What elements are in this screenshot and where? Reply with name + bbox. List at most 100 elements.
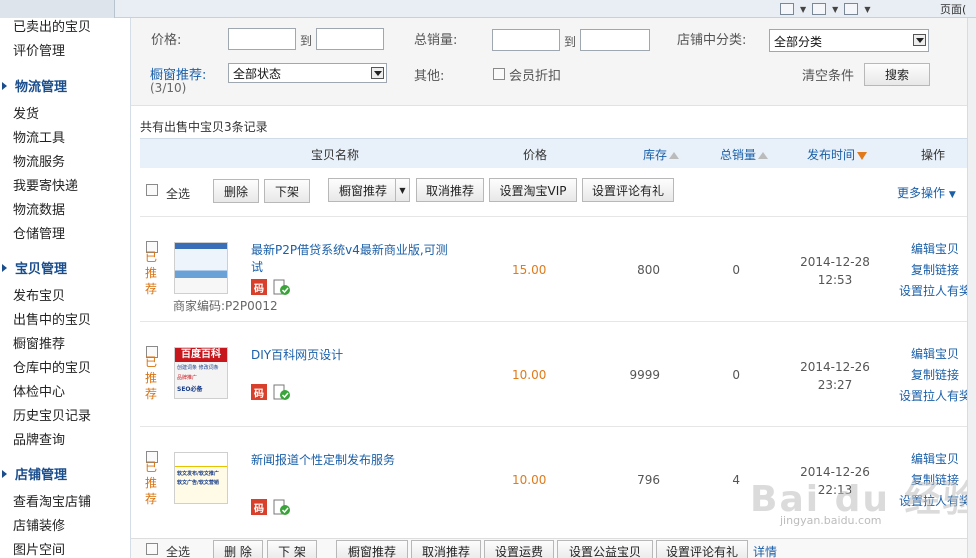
delete-button[interactable]: 删除: [213, 179, 259, 203]
sidebar-item-view-shop[interactable]: 查看淘宝店铺: [13, 491, 91, 510]
action-bar: 全选 删除 下架 橱窗推荐 ▼ 取消推荐 设置淘宝VIP 设置评论有礼 更多操作…: [140, 174, 976, 214]
verified-doc-icon: [273, 279, 290, 295]
copy-link[interactable]: 复制链接: [895, 260, 975, 281]
sales-min-input[interactable]: [492, 29, 560, 51]
col-stock[interactable]: 库存: [643, 146, 680, 163]
sales-max-input[interactable]: [580, 29, 650, 51]
product-title-link[interactable]: 最新P2P借贷系统v4最新商业版,可测试: [251, 242, 451, 276]
sidebar-item-express[interactable]: 我要寄快递: [13, 175, 78, 194]
sidebar-item-warehouse-mgmt[interactable]: 仓储管理: [13, 223, 65, 242]
chevron-down-icon[interactable]: ▼: [832, 5, 838, 14]
sidebar-item-sold[interactable]: 已卖出的宝贝: [13, 18, 91, 35]
code-icon: 码: [251, 499, 267, 515]
off-shelf-button-bottom[interactable]: 下 架: [267, 540, 317, 558]
window-rec-button-bottom[interactable]: 橱窗推荐: [336, 540, 408, 558]
edit-item-link[interactable]: 编辑宝贝: [895, 239, 975, 260]
more-actions-link[interactable]: 更多操作 ▼: [897, 184, 956, 201]
thumb-banner: 百度百科: [175, 348, 227, 362]
sidebar-item-checkup[interactable]: 体检中心: [13, 381, 65, 400]
col-stock-label: 库存: [643, 148, 668, 162]
sidebar-item-ship[interactable]: 发货: [13, 103, 39, 122]
baidu-watermark-url: jingyan.baidu.com: [780, 514, 882, 527]
details-link[interactable]: 详情: [753, 543, 777, 558]
print-icon[interactable]: [844, 3, 859, 15]
sidebar-item-brand[interactable]: 品牌查询: [13, 429, 65, 448]
sidebar-item-logistics-data[interactable]: 物流数据: [13, 199, 65, 218]
set-review-gift-button-bottom[interactable]: 设置评论有礼: [656, 540, 748, 558]
status-select[interactable]: 全部状态: [228, 63, 387, 83]
product-thumbnail[interactable]: 百度百科 创建词条 修改词条 品牌推广 SEO必备: [174, 347, 228, 399]
table-row: 已推荐 最新P2P借贷系统v4最新商业版,可测试 码 商家编码:P2P0012 …: [140, 216, 976, 321]
col-sales[interactable]: 总销量: [720, 146, 769, 163]
thumb-caption-1: 创建词条: [177, 365, 198, 371]
copy-link[interactable]: 复制链接: [895, 365, 975, 386]
page-menu[interactable]: 页面(: [940, 1, 966, 17]
sidebar-item-images[interactable]: 图片空间: [13, 539, 65, 558]
sidebar-item-on-sale[interactable]: 出售中的宝贝: [13, 309, 91, 328]
publish-time: 2014-12-26 23:27: [795, 358, 875, 394]
product-sold: 4: [732, 473, 740, 487]
sidebar-item-reviews[interactable]: 评价管理: [13, 40, 65, 59]
category-select[interactable]: 全部分类: [769, 29, 929, 52]
price-label: 价格:: [151, 33, 182, 48]
cancel-rec-button-bottom[interactable]: 取消推荐: [411, 540, 481, 558]
sidebar-item-logistics-service[interactable]: 物流服务: [13, 151, 65, 170]
sidebar-item-logistics-tools[interactable]: 物流工具: [13, 127, 65, 146]
set-charity-button[interactable]: 设置公益宝贝: [557, 540, 653, 558]
window-rec-count: (3/10): [150, 81, 187, 95]
sidebar-item-decorate[interactable]: 店铺装修: [13, 515, 65, 534]
chevron-down-icon[interactable]: ▼: [395, 179, 409, 201]
thumb-caption-2: 软文广告/软文营销: [177, 480, 219, 486]
sidebar-item-history[interactable]: 历史宝贝记录: [13, 405, 91, 424]
more-actions-label: 更多操作: [897, 186, 946, 200]
sales-label: 总销量:: [414, 33, 458, 48]
mail-icon[interactable]: [812, 3, 827, 15]
other-label: 其他:: [414, 69, 445, 84]
product-thumbnail[interactable]: [174, 242, 228, 294]
select-all-checkbox[interactable]: [146, 184, 158, 196]
set-referral-link[interactable]: 设置拉人有奖: [895, 386, 975, 407]
publish-date: 2014-12-28: [800, 255, 870, 269]
delete-button-bottom[interactable]: 删 除: [213, 540, 263, 558]
thumb-caption-1: 软文发布/软文推广: [177, 471, 219, 477]
price-min-input[interactable]: [228, 28, 296, 50]
price-max-input[interactable]: [316, 28, 384, 50]
sidebar-item-window[interactable]: 橱窗推荐: [13, 333, 65, 352]
browser-toolbar: ▼ ▼ ▼ 页面(: [0, 0, 976, 18]
set-review-gift-button[interactable]: 设置评论有礼: [582, 178, 674, 202]
product-title-link[interactable]: DIY百科网页设计: [251, 347, 451, 364]
sidebar-item-publish[interactable]: 发布宝贝: [13, 285, 65, 304]
window-rec-button[interactable]: 橱窗推荐 ▼: [328, 178, 410, 202]
chevron-down-icon[interactable]: ▼: [864, 5, 870, 14]
sidebar-group-shop[interactable]: 店铺管理: [0, 464, 67, 483]
vertical-scrollbar[interactable]: [967, 18, 976, 558]
select-all-checkbox-bottom[interactable]: [146, 543, 158, 555]
set-referral-link[interactable]: 设置拉人有奖: [895, 281, 975, 302]
off-shelf-button[interactable]: 下架: [264, 179, 310, 203]
sidebar-group-items[interactable]: 宝贝管理: [0, 258, 67, 277]
feed-icon[interactable]: [780, 3, 794, 15]
col-time[interactable]: 发布时间: [807, 146, 868, 163]
sidebar: 已卖出的宝贝 评价管理 物流管理 发货 物流工具 物流服务 我要寄快递 物流数据…: [0, 18, 131, 558]
chevron-down-icon: [371, 67, 384, 79]
edit-item-link[interactable]: 编辑宝贝: [895, 449, 975, 470]
row-ops: 编辑宝贝 复制链接 设置拉人有奖: [895, 344, 975, 407]
set-vip-button[interactable]: 设置淘宝VIP: [489, 178, 577, 202]
product-thumbnail[interactable]: 软文发布/软文推广 软文广告/软文营销: [174, 452, 228, 504]
chevron-down-icon[interactable]: ▼: [800, 5, 806, 14]
edit-item-link[interactable]: 编辑宝贝: [895, 344, 975, 365]
sidebar-item-in-warehouse[interactable]: 仓库中的宝贝: [13, 357, 91, 376]
product-title-link[interactable]: 新闻报道个性定制发布服务: [251, 452, 451, 469]
set-shipping-button[interactable]: 设置运费: [484, 540, 554, 558]
sku-code: 商家编码:P2P0012: [173, 299, 278, 313]
sidebar-group-label: 店铺管理: [15, 468, 68, 483]
sidebar-group-logistics[interactable]: 物流管理: [0, 76, 67, 95]
member-discount-checkbox[interactable]: [493, 68, 505, 80]
toolbar-icons: ▼ ▼ ▼: [780, 0, 870, 18]
cancel-rec-button[interactable]: 取消推荐: [416, 178, 484, 202]
clear-conditions-link[interactable]: 清空条件: [802, 65, 854, 84]
thumb-header: [175, 453, 227, 467]
sort-down-icon: [857, 151, 868, 160]
triangle-right-icon: [2, 469, 7, 478]
search-button[interactable]: 搜索: [864, 63, 930, 86]
